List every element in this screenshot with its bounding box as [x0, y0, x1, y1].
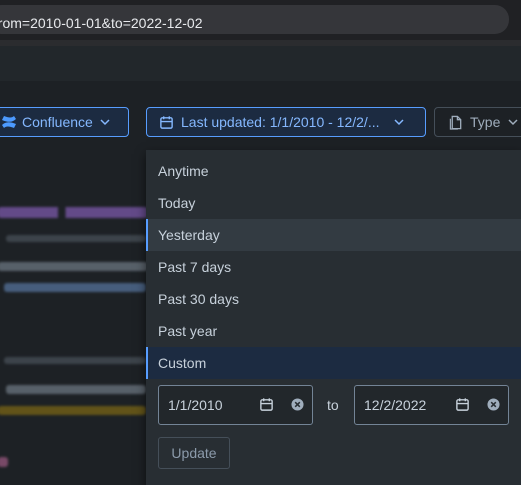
- clear-icon[interactable]: [487, 398, 500, 411]
- from-date-field[interactable]: 1/1/2010: [158, 385, 313, 425]
- result-meta-blurred: [4, 357, 146, 364]
- result-snippet-blurred: [6, 385, 146, 394]
- option-anytime[interactable]: Anytime: [146, 155, 521, 187]
- option-past-30-days[interactable]: Past 30 days: [146, 283, 521, 315]
- url-text: tfrom=2010-01-01&to=2022-12-02: [0, 15, 203, 31]
- url-field[interactable]: tfrom=2010-01-01&to=2022-12-02: [0, 5, 509, 34]
- option-past-year[interactable]: Past year: [146, 315, 521, 347]
- chevron-down-icon: [100, 119, 110, 126]
- calendar-icon[interactable]: [259, 397, 274, 412]
- search-results-obscured: [0, 161, 146, 485]
- chevron-down-icon: [508, 119, 518, 126]
- space-filter-button[interactable]: Confluence: [0, 107, 129, 137]
- clear-icon[interactable]: [291, 398, 304, 411]
- last-updated-filter-button[interactable]: Last updated: 1/1/2010 - 12/2/...: [146, 107, 426, 137]
- result-title-blurred: [0, 207, 146, 218]
- result-snippet-blurred: [0, 406, 146, 415]
- date-range-to-label: to: [327, 397, 339, 413]
- app-top-bar: [0, 46, 521, 82]
- browser-address-bar: tfrom=2010-01-01&to=2022-12-02: [0, 0, 521, 40]
- result-meta-blurred: [6, 235, 146, 242]
- result-title-blurred: [0, 457, 8, 467]
- to-date-field[interactable]: 12/2/2022: [354, 385, 509, 425]
- to-date-value: 12/2/2022: [364, 397, 427, 413]
- date-filter-dropdown: Anytime Today Yesterday Past 7 days Past…: [146, 150, 521, 485]
- last-updated-filter-label: Last updated: 1/1/2010 - 12/2/...: [181, 114, 380, 130]
- option-past-7-days[interactable]: Past 7 days: [146, 251, 521, 283]
- update-button[interactable]: Update: [158, 437, 230, 469]
- calendar-icon[interactable]: [455, 397, 470, 412]
- chevron-down-icon: [394, 119, 405, 126]
- result-snippet-blurred: [0, 262, 146, 271]
- result-snippet-blurred: [4, 283, 146, 292]
- type-filter-button[interactable]: Type: [434, 107, 521, 137]
- document-icon: [449, 115, 462, 130]
- type-filter-label: Type: [470, 114, 501, 130]
- option-custom[interactable]: Custom: [146, 347, 521, 379]
- space-filter-label: Confluence: [22, 114, 93, 130]
- option-today[interactable]: Today: [146, 187, 521, 219]
- confluence-logo-icon: [2, 116, 16, 128]
- from-date-value: 1/1/2010: [168, 397, 223, 413]
- option-yesterday[interactable]: Yesterday: [146, 219, 521, 251]
- calendar-icon: [160, 115, 173, 129]
